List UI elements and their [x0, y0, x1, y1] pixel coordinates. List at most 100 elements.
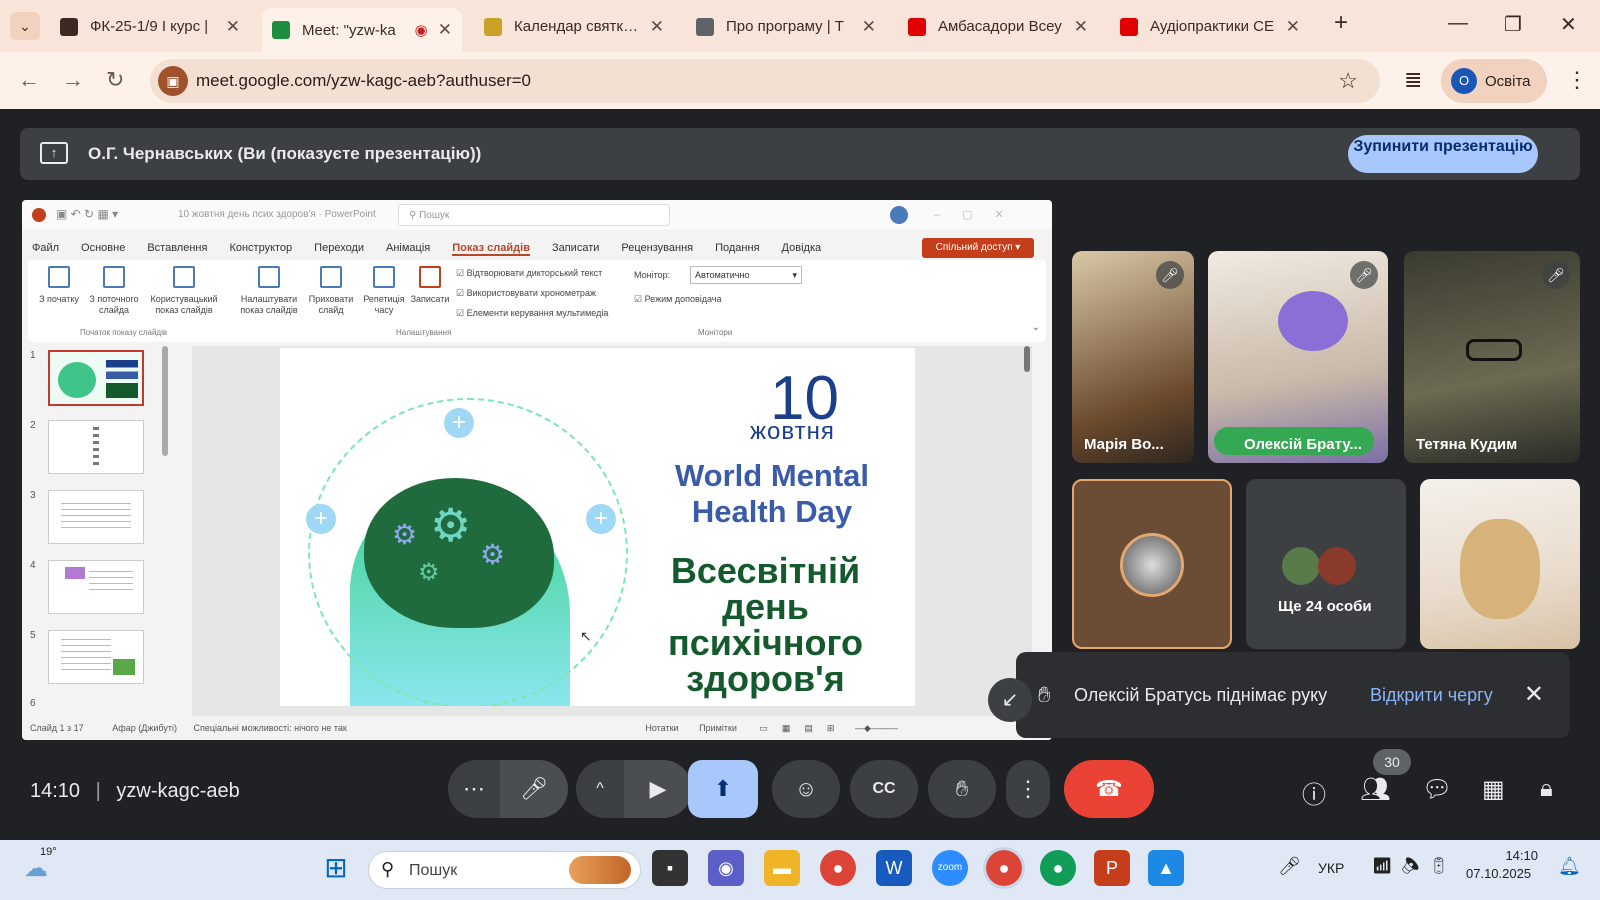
browser-menu-icon[interactable]: ⋮ — [1566, 67, 1588, 93]
custom-show-button[interactable]: Користувацький показ слайдів — [146, 266, 222, 316]
rehearse-button[interactable]: Репетиція часу — [362, 266, 406, 316]
captions-button[interactable]: CC — [850, 760, 918, 818]
microphone-tray-icon[interactable]: 🎤︎ — [1278, 856, 1301, 877]
menu-transitions[interactable]: Переходи — [314, 242, 364, 256]
notifications-bell-icon[interactable]: 🔔︎ — [1558, 856, 1581, 877]
raise-hand-button[interactable]: ✋︎ — [928, 760, 996, 818]
powerpoint-icon[interactable]: P — [1094, 850, 1130, 886]
minimize-icon[interactable]: — — [1448, 12, 1468, 35]
present-button[interactable]: ⬆ — [688, 760, 758, 818]
hide-slide-button[interactable]: Приховати слайд — [306, 266, 356, 316]
more-participants-tile[interactable]: Ще 24 особи — [1246, 479, 1406, 649]
reactions-button[interactable]: ☺ — [772, 760, 840, 818]
from-current-button[interactable]: З поточного слайда — [84, 266, 144, 316]
tab-search-chevron-icon[interactable]: ⌄ — [10, 12, 40, 40]
browser-tab[interactable]: Календар святкою ✕ — [474, 9, 674, 44]
collapse-ribbon-icon[interactable]: ⌄ — [1032, 322, 1040, 333]
browser-tab-active[interactable]: Meet: "yzw-ka ◉ ✕ — [262, 8, 462, 52]
address-bar[interactable]: ▣ meet.google.com/yzw-kagc-aeb?authuser=… — [150, 59, 1380, 103]
tab-close-icon[interactable]: ✕ — [226, 17, 240, 37]
menu-animation[interactable]: Анімація — [386, 242, 430, 256]
slide-thumbnail[interactable] — [48, 630, 144, 684]
reload-icon[interactable]: ↻ — [106, 67, 124, 93]
photos-icon[interactable]: ▲ — [1148, 850, 1184, 886]
menu-design[interactable]: Конструктор — [229, 242, 292, 256]
stop-presenting-button[interactable]: Зупинити презентацію — [1348, 135, 1538, 173]
video-options-button[interactable]: ^ — [576, 760, 624, 818]
host-controls-icon[interactable]: 🔒︎ — [1540, 775, 1553, 803]
chat-icon[interactable]: 💬︎ — [1422, 775, 1452, 804]
task-view-icon[interactable]: ▪ — [652, 850, 688, 886]
menu-insert[interactable]: Вставлення — [147, 242, 207, 256]
monitor-select[interactable]: Автоматично ▾ — [690, 266, 802, 284]
people-icon[interactable]: 👥︎ — [1360, 775, 1390, 804]
more-options-button[interactable]: ⋮ — [1006, 760, 1050, 818]
slide-canvas[interactable]: ⚙ ⚙ ⚙ ⚙ + + + 10 жовтня World Mental Hea… — [280, 348, 915, 706]
menu-slideshow[interactable]: Показ слайдів — [452, 242, 530, 256]
thumbnail-scrollbar[interactable] — [162, 346, 168, 456]
record-button[interactable]: Записати — [408, 266, 452, 305]
slide-thumbnail[interactable] — [48, 490, 144, 544]
comments-button[interactable]: Примітки — [699, 723, 737, 733]
tab-close-icon[interactable]: ✕ — [862, 17, 876, 37]
menu-file[interactable]: Файл — [32, 242, 59, 256]
ppt-user-avatar[interactable] — [890, 206, 908, 224]
meeting-details-icon[interactable]: ⓘ — [1302, 775, 1326, 810]
menu-home[interactable]: Основне — [81, 242, 125, 256]
share-button[interactable]: Спільний доступ ▾ — [922, 238, 1034, 258]
view-buttons[interactable]: ▭▦▤⊞ — [759, 723, 848, 733]
ppt-search-box[interactable]: ⚲ Пошук — [398, 204, 670, 226]
tab-close-icon[interactable]: ✕ — [650, 17, 664, 37]
file-explorer-icon[interactable]: ▬ — [764, 850, 800, 886]
browser-tab[interactable]: Аудіопрактики СЕ ✕ — [1110, 9, 1310, 44]
participant-tile[interactable]: 🎤︎ Олексій Брату... — [1208, 251, 1388, 463]
camera-button[interactable]: ▶︎ — [624, 760, 692, 818]
taskbar-search[interactable]: ⚲ Пошук — [368, 851, 641, 889]
ppt-window-controls[interactable]: –▢✕ — [934, 208, 1026, 221]
timings-checkbox[interactable]: Використовувати хронометраж — [456, 288, 596, 299]
slide-thumbnail[interactable] — [48, 560, 144, 614]
microphone-button[interactable]: 🎤︎ — [500, 760, 568, 818]
window-close-icon[interactable]: ✕ — [1560, 12, 1577, 37]
open-queue-link[interactable]: Відкрити чергу — [1370, 685, 1493, 706]
setup-show-button[interactable]: Налаштувати показ слайдів — [234, 266, 304, 316]
media-controls-checkbox[interactable]: Елементи керування мультимедіа — [456, 308, 609, 319]
input-language[interactable]: УКР — [1318, 860, 1344, 876]
back-icon[interactable]: ← — [18, 67, 40, 93]
browser-tab[interactable]: Амбасадори Всеу ✕ — [898, 9, 1098, 44]
bookmark-star-icon[interactable]: ☆ — [1338, 68, 1358, 94]
chrome-icon[interactable]: ● — [820, 850, 856, 886]
browser-tab[interactable]: ФК-25-1/9 І курс | ✕ — [50, 9, 250, 44]
notes-button[interactable]: Нотатки — [645, 723, 678, 733]
url-text[interactable]: meet.google.com/yzw-kagc-aeb?authuser=0 — [196, 71, 531, 91]
taskbar-time[interactable]: 14:10 — [1494, 848, 1538, 863]
leave-call-button[interactable]: ☎︎ — [1064, 760, 1154, 818]
forward-icon[interactable]: → — [62, 67, 84, 93]
word-icon[interactable]: W — [876, 850, 912, 886]
activities-icon[interactable]: ▦ — [1482, 775, 1505, 804]
status-accessibility[interactable]: Спеціальні можливості: нічого не так — [193, 723, 346, 733]
audio-options-button[interactable]: ⋯ — [448, 760, 500, 818]
presenter-view-checkbox[interactable]: Режим доповідача — [634, 294, 722, 305]
browser-tab[interactable]: Про програму | Т ✕ — [686, 9, 886, 44]
chrome-profile-icon[interactable]: ● — [983, 847, 1025, 889]
menu-view[interactable]: Подання — [715, 242, 759, 256]
chrome-profile-icon[interactable]: ● — [1040, 850, 1076, 886]
participant-tile[interactable]: 🎤︎ Тетяна Кудим — [1404, 251, 1580, 463]
menu-help[interactable]: Довідка — [782, 242, 822, 256]
slide-thumbnail[interactable] — [48, 350, 144, 406]
new-tab-button[interactable]: + — [1334, 9, 1348, 37]
close-icon[interactable]: ✕ — [1524, 680, 1544, 709]
menu-record[interactable]: Записати — [552, 242, 599, 256]
network-volume-battery-icons[interactable]: 📶︎🔈︎🔋︎ — [1372, 856, 1457, 876]
zoom-icon[interactable]: zoom — [932, 850, 968, 886]
media-controls-icon[interactable]: ≣ — [1404, 67, 1422, 93]
from-start-button[interactable]: З початку — [34, 266, 84, 305]
zoom-slider[interactable]: —◆——— — [855, 723, 898, 733]
profile-button[interactable]: О Освіта — [1441, 59, 1547, 103]
tab-close-icon[interactable]: ✕ — [438, 20, 452, 40]
start-button[interactable]: ⊞ — [318, 850, 354, 886]
tab-close-icon[interactable]: ✕ — [1074, 17, 1088, 37]
copilot-icon[interactable]: ◉ — [708, 850, 744, 886]
slide-thumbnail[interactable] — [48, 420, 144, 474]
